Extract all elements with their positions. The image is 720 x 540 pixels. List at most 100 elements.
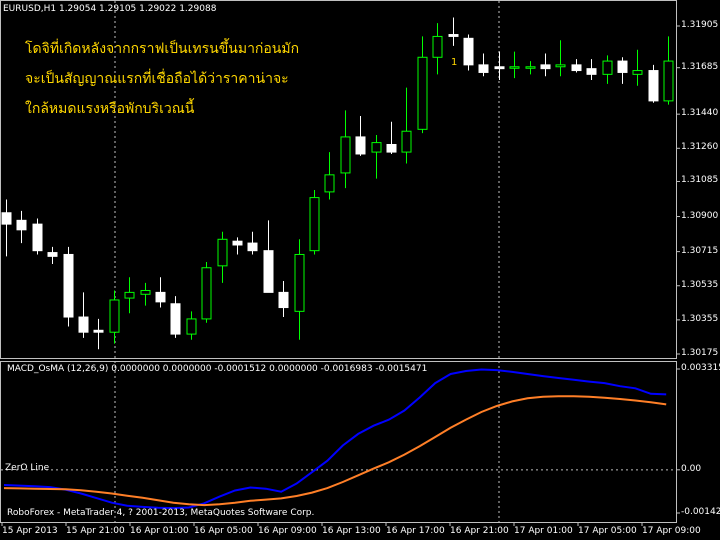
price-tick-label: 1.31685 xyxy=(681,61,719,72)
candle xyxy=(16,210,27,244)
candle xyxy=(417,36,428,134)
price-chart-header: EURUSD,H1 1.29054 1.29105 1.29022 1.2908… xyxy=(3,4,217,14)
candle-body xyxy=(16,219,27,231)
candle xyxy=(448,17,459,46)
price-tick-label: 1.31085 xyxy=(681,175,719,186)
time-tick-label: 16 Apr 21:00 xyxy=(450,526,509,536)
candle-body xyxy=(309,197,320,252)
candle xyxy=(109,290,120,344)
candle xyxy=(340,110,351,189)
annotation-line-3: ใกล้หมดแรงหรือพักบริเวณนี้ xyxy=(25,101,195,117)
candle xyxy=(170,296,181,338)
macd-tick-label: 0.003315 xyxy=(681,363,720,373)
candle-body xyxy=(632,70,643,75)
candle xyxy=(401,87,412,164)
candle-body xyxy=(555,64,566,68)
candle-body xyxy=(155,291,166,303)
candle-body xyxy=(463,37,474,66)
candle xyxy=(93,318,104,350)
candle-body xyxy=(355,136,366,155)
candle xyxy=(525,61,536,75)
candle xyxy=(32,218,43,255)
candle xyxy=(586,59,597,81)
candle xyxy=(540,53,551,77)
candle-body xyxy=(78,316,89,333)
candle-body xyxy=(648,70,659,102)
candle-body xyxy=(263,250,274,293)
macd-line xyxy=(3,368,667,510)
candle-body xyxy=(217,238,228,267)
candle xyxy=(478,53,489,77)
candle xyxy=(571,59,582,73)
candle-body xyxy=(448,34,459,37)
macd-tick-label: -0.00142 xyxy=(681,507,720,517)
candle xyxy=(186,311,197,340)
time-tick-label: 15 Apr 2013 xyxy=(2,526,58,536)
candle xyxy=(494,51,505,81)
copyright-footer: RoboForex - MetaTrader 4, ? 2001-2013, M… xyxy=(7,508,315,518)
candle xyxy=(278,281,289,318)
candle-body xyxy=(401,130,412,153)
candle xyxy=(63,246,74,327)
time-tick-label: 16 Apr 09:00 xyxy=(258,526,317,536)
candle xyxy=(432,23,443,75)
candle-body xyxy=(478,64,489,73)
candle-body xyxy=(571,64,582,72)
price-tick-label: 1.31260 xyxy=(681,142,719,153)
indicator-header: MACD_OsMA (12,26,9) 0.0000000 0.0000000 … xyxy=(7,364,428,374)
candle xyxy=(140,282,151,306)
candle-body xyxy=(525,66,536,69)
candle-body xyxy=(494,66,505,70)
time-tick-label: 16 Apr 17:00 xyxy=(386,526,445,536)
candle xyxy=(155,277,166,308)
candle-body xyxy=(278,291,289,309)
candle xyxy=(509,51,520,79)
candle-body xyxy=(109,299,120,333)
candle-body xyxy=(93,329,104,333)
wave-label: 1 xyxy=(451,57,458,68)
candle-body xyxy=(509,66,520,69)
price-tick-label: 1.30900 xyxy=(681,210,719,221)
price-tick-label: 1.30535 xyxy=(681,279,719,290)
candle-body xyxy=(432,35,443,58)
candle xyxy=(648,64,659,103)
candle-body xyxy=(417,56,428,130)
candle-body xyxy=(47,252,58,257)
candle xyxy=(294,239,305,340)
candle xyxy=(78,292,89,338)
candle-body xyxy=(617,60,628,73)
candle xyxy=(232,237,243,255)
candle xyxy=(355,116,366,156)
candle xyxy=(1,199,12,257)
candle-body xyxy=(247,242,258,252)
time-tick-label: 16 Apr 13:00 xyxy=(322,526,381,536)
candle xyxy=(663,36,674,105)
candle xyxy=(47,246,58,264)
candle xyxy=(617,57,628,84)
candle-body xyxy=(663,60,674,102)
candle xyxy=(632,49,643,86)
candle-body xyxy=(1,212,12,225)
annotation-line-2: จะเป็นสัญญาณแรกที่เชื่อถือได้ว่าราคาน่าจ… xyxy=(25,71,289,87)
candle xyxy=(247,231,258,255)
candle-body xyxy=(201,267,212,320)
price-tick-label: 1.30715 xyxy=(681,245,719,256)
price-tick-label: 1.30175 xyxy=(681,348,719,358)
macd-tick-label: 0.00 xyxy=(681,463,702,474)
annotation-line-1: โดจิที่เกิดหลังจากกราฟเป็นเทรนขึ้นมาก่อน… xyxy=(25,41,300,57)
macd-lines xyxy=(3,368,667,510)
time-tick-label: 17 Apr 05:00 xyxy=(578,526,637,536)
candle-body xyxy=(294,253,305,312)
price-tick-label: 1.30355 xyxy=(681,313,719,324)
time-tick-label: 16 Apr 05:00 xyxy=(194,526,253,536)
candle-body xyxy=(586,68,597,75)
candle xyxy=(386,121,397,154)
candle xyxy=(602,55,613,84)
candle-body xyxy=(340,136,351,174)
candle-body xyxy=(602,60,613,75)
candle-body xyxy=(371,142,382,153)
candle xyxy=(124,277,135,314)
candle-body xyxy=(540,64,551,70)
candle xyxy=(263,220,274,293)
candle-body xyxy=(232,240,243,246)
